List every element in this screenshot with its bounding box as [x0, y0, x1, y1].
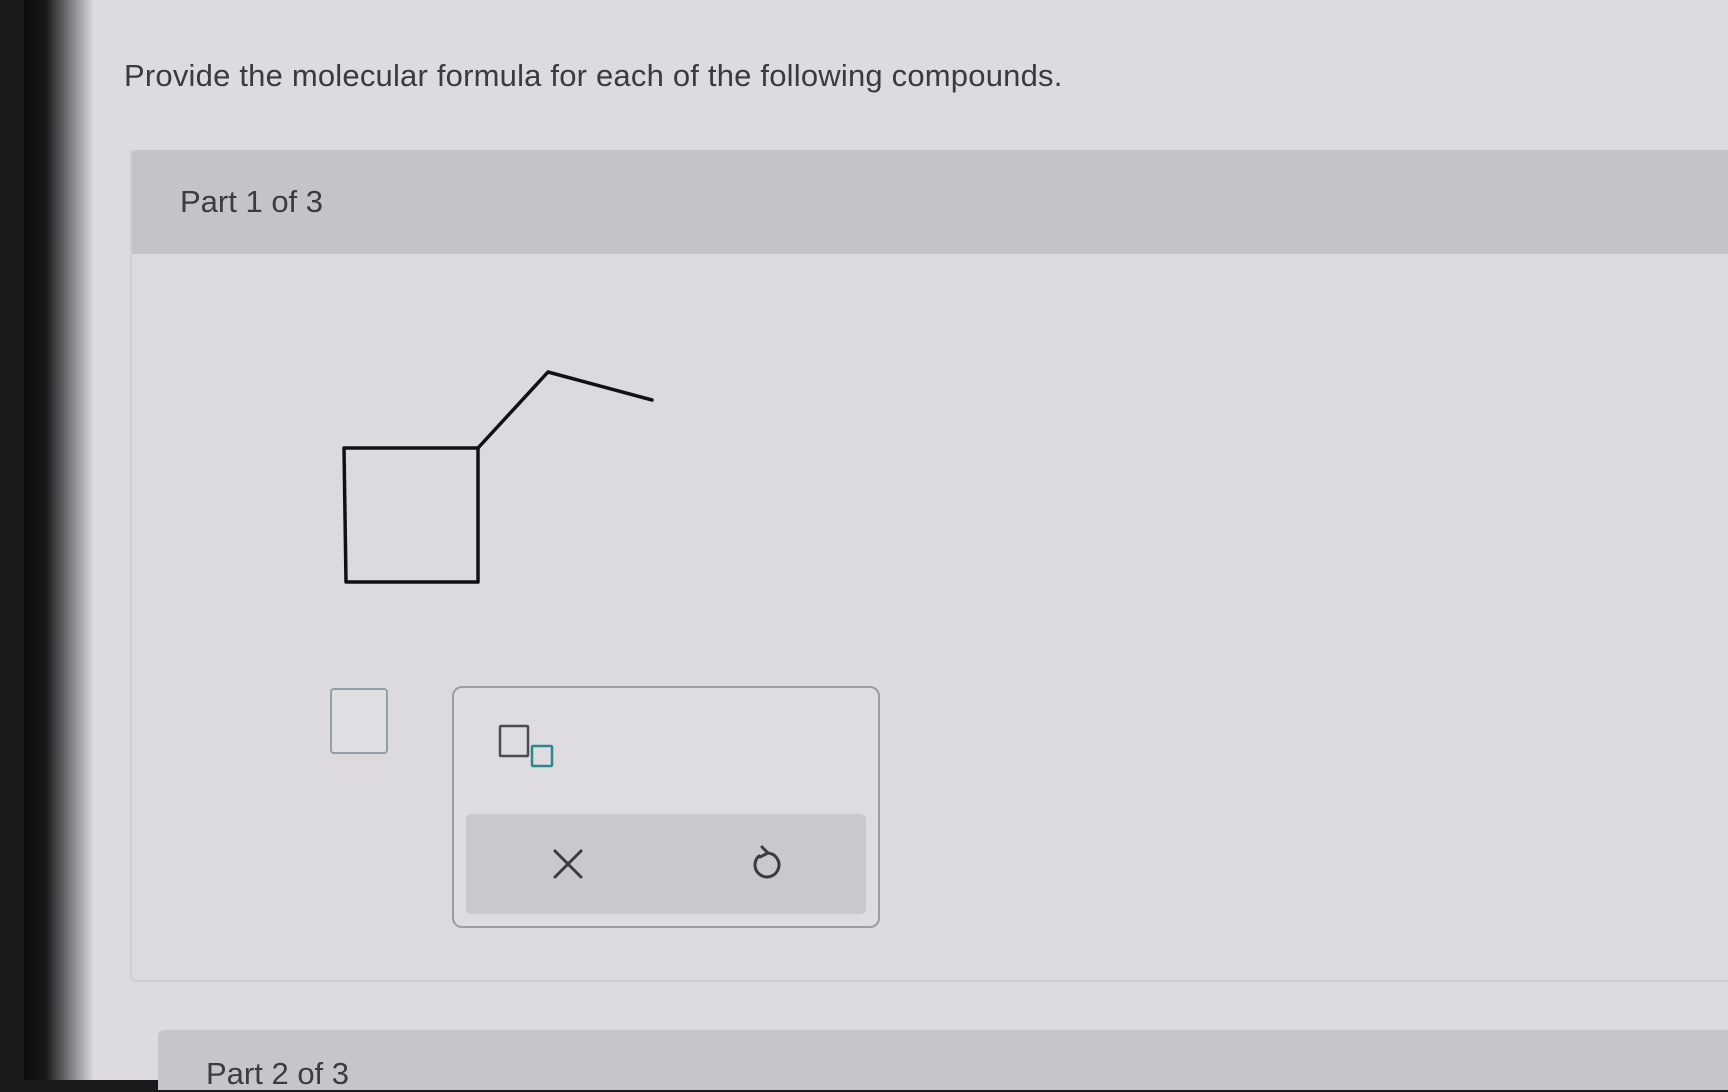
clear-button[interactable]	[546, 842, 590, 886]
part-1-title: Part 1 of 3	[180, 184, 324, 219]
screen-bezel-shadow	[24, 0, 94, 1080]
question-prompt: Provide the molecular formula for each o…	[124, 58, 1063, 93]
part-2-title: Part 2 of 3	[206, 1056, 350, 1091]
ethyl-chain	[476, 370, 654, 450]
toolbox-footer	[466, 814, 866, 914]
part-1-header: Part 1 of 3	[132, 150, 1728, 254]
screen: Provide the molecular formula for each o…	[24, 0, 1728, 1091]
formula-answer-input[interactable]	[330, 688, 388, 754]
undo-icon	[753, 845, 781, 879]
part-1-panel: Part 1 of 3	[130, 150, 1728, 982]
x-icon	[553, 849, 583, 879]
formula-toolbox	[452, 686, 880, 928]
ethylcyclobutane-structure	[342, 370, 654, 584]
cyclobutane-ring	[342, 446, 480, 584]
subscript-template-button[interactable]	[498, 724, 558, 768]
undo-button[interactable]	[746, 842, 790, 886]
subscript-template-icon	[498, 724, 554, 768]
part-2-panel[interactable]: Part 2 of 3	[158, 1030, 1728, 1091]
